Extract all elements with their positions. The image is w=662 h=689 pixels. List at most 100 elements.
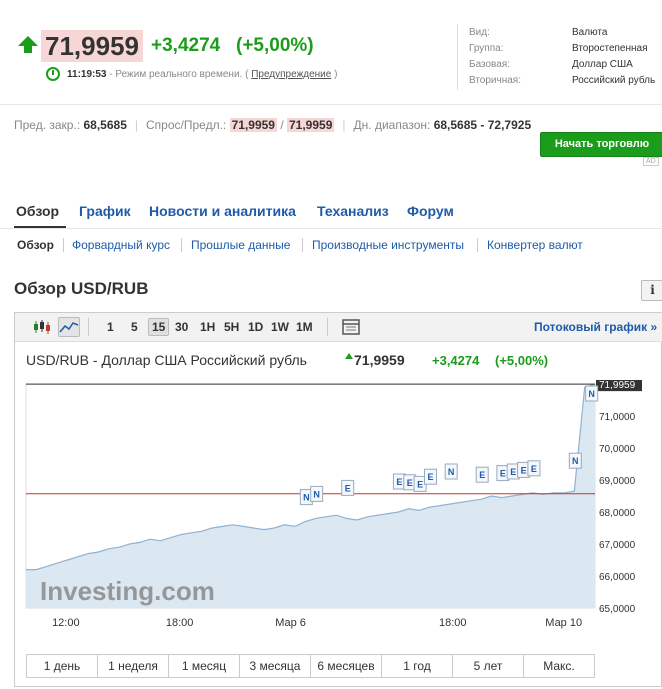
ask-value: 71,9959 [287,118,335,132]
investing-watermark: Investing.com [40,576,215,606]
x-tick-label: Мар 6 [275,617,306,629]
y-tick-label: 67,0000 [599,540,636,551]
x-tick-label: 12:00 [52,617,80,629]
event-flag-label: E [510,467,516,477]
x-tick-label: 18:00 [166,617,194,629]
tab-overview[interactable]: Обзор [16,203,59,219]
interval-1[interactable]: 1 [104,318,117,336]
current-price-tag-label: 71,9959 [599,380,636,391]
event-flag-label: E [479,470,485,480]
up-arrow-stem [24,45,32,53]
y-tick-label: 69,0000 [599,476,636,487]
start-trading-button[interactable]: Начать торговлю [540,132,662,157]
range-1-month[interactable]: 1 месяц [169,655,240,677]
streaming-chart-link[interactable]: Потоковый график » [534,320,657,334]
toolbar-separator [88,318,89,336]
range-1-year[interactable]: 1 год [382,655,453,677]
current-price: 71,9959 [41,30,143,62]
interval-1w[interactable]: 1W [268,318,292,336]
stats-line: Пред. закр.: 68,5685 | Спрос/Предл.: 71,99… [14,118,532,132]
chart-title: USD/RUB - Доллар США Российский рубль [26,352,307,368]
subtab-currency-converter[interactable]: Конвертер валют [487,238,583,252]
range-6-months[interactable]: 6 месяцев [311,655,382,677]
interval-5[interactable]: 5 [128,318,141,336]
info-value-base: Доллар США [572,59,633,70]
info-value-secondary: Российский рубль [572,75,656,86]
subtab-overview[interactable]: Обзор [17,238,54,252]
subtab-historical-data[interactable]: Прошлые данные [191,238,290,252]
tab-chart[interactable]: График [79,203,131,219]
chart-price: 71,9959 [345,352,405,368]
event-flag-label: E [396,477,402,487]
subtab-forward-rate[interactable]: Форвардный курс [72,238,170,252]
realtime-close: ) [331,69,338,80]
range-3-months[interactable]: 3 месяца [240,655,311,677]
prev-close-value: 68,5685 [83,118,127,132]
price-change-percent: (+5,00%) [236,35,314,56]
y-tick-label: 66,0000 [599,572,636,583]
subtab-separator [63,238,64,252]
price-chart[interactable]: 65,0000 66,0000 67,0000 68,0000 69,0000 70,00… [15,380,661,635]
tab-forum[interactable]: Форум [407,203,454,219]
interval-5h[interactable]: 5H [221,318,242,336]
interval-1m[interactable]: 1M [293,318,316,336]
interval-1h[interactable]: 1H [197,318,218,336]
ad-mark: AD [643,157,659,166]
interval-15[interactable]: 15 [148,318,170,336]
subtab-derivatives[interactable]: Производные инструменты [312,238,464,252]
info-button[interactable]: i [641,280,662,301]
x-tick-label: 18:00 [439,617,467,629]
subtab-separator [181,238,182,252]
chart-settings-icon[interactable] [340,317,362,337]
range-selector: 1 день 1 неделя 1 месяц 3 месяца 6 месяц… [26,654,595,678]
tab-technical[interactable]: Теханализ [317,203,389,219]
info-key-group: Группа: [469,43,504,54]
info-key-type: Вид: [469,27,490,38]
chart-change: +3,4274 [432,353,480,368]
bid-ask-label: Спрос/Предл.: [146,118,227,132]
tabs-divider [0,228,662,229]
event-flag-label: E [521,465,527,475]
event-flag-label: E [500,469,506,479]
bid-value: 71,9959 [229,118,277,132]
event-flag-label: N [588,389,595,399]
price-change: +3,4274 [151,35,221,56]
event-flag-label: E [417,479,423,489]
day-range-value: 68,5685 - 72,7925 [433,118,532,132]
info-key-secondary: Вторичная: [469,75,522,86]
y-tick-label: 70,0000 [599,444,636,455]
interval-1d[interactable]: 1D [245,318,266,336]
event-flag-label: N [313,489,320,499]
y-tick-label: 65,0000 [599,604,636,615]
range-max[interactable]: Макс. [524,655,594,677]
range-5-years[interactable]: 5 лет [453,655,524,677]
info-key-base: Базовая: [469,59,511,70]
interval-30[interactable]: 30 [172,318,191,336]
chart-change-percent: (+5,00%) [495,353,549,368]
range-1-week[interactable]: 1 неделя [98,655,169,677]
warning-link[interactable]: Предупреждение [251,69,331,80]
range-1-day[interactable]: 1 день [27,655,98,677]
event-flag-label: E [531,464,537,474]
area-chart-icon[interactable] [58,317,80,337]
subtab-separator [302,238,303,252]
info-value-type: Валюта [572,27,608,38]
toolbar-separator [327,318,328,336]
candlestick-chart-icon[interactable] [31,317,53,337]
header-divider [0,104,662,105]
event-flag-label: N [572,456,579,466]
realtime-text: - Режим реального времени. ( [106,69,252,80]
event-flag-label: N [448,467,455,477]
y-tick-label: 68,0000 [599,508,636,519]
prev-close-label: Пред. закр.: [14,118,81,132]
realtime-status: 11:19:53 - Режим реального времени. ( Пр… [67,69,337,80]
info-divider [457,24,458,90]
clock-icon [46,67,60,81]
event-flag-label: E [427,472,433,482]
tab-news-analytics[interactable]: Новости и аналитика [149,203,296,219]
x-tick-label: Мар 10 [545,617,582,629]
y-tick-label: 71,0000 [599,412,636,423]
subtab-separator [477,238,478,252]
day-range-label: Дн. диапазон: [353,118,431,132]
update-time: 11:19:53 [67,69,107,80]
